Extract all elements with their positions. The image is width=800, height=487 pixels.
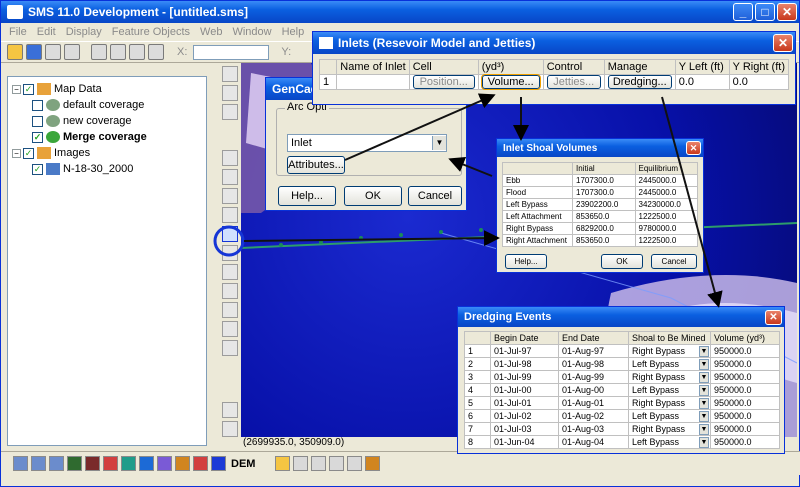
arrow-to-gencade bbox=[448, 157, 493, 177]
arrow-dredging-to-events bbox=[661, 96, 723, 308]
callout-overlay bbox=[213, 93, 723, 308]
arrow-attributes-to-inlets bbox=[344, 93, 496, 161]
arrow-to-arc bbox=[243, 230, 500, 247]
highlight-circle bbox=[213, 225, 245, 257]
